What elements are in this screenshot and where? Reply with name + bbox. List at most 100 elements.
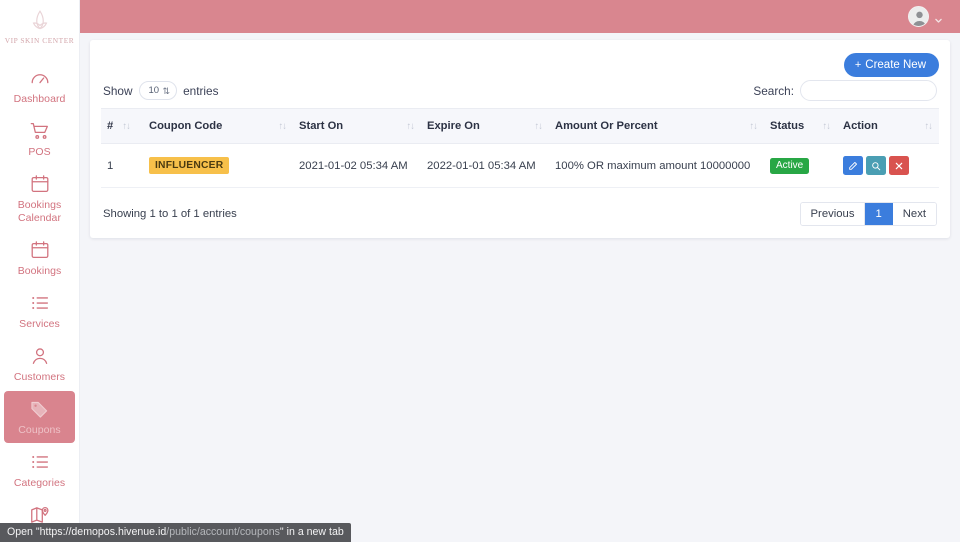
column-header-status[interactable]: Status ↑↓ (764, 108, 837, 144)
status-path: /public/account/coupons (166, 526, 280, 538)
column-label: Expire On (427, 120, 480, 132)
select-spinner-icon: ⇅ (162, 85, 171, 96)
pagination-previous[interactable]: Previous (800, 203, 866, 225)
delete-button[interactable] (889, 156, 909, 175)
user-menu-button[interactable] (908, 6, 943, 27)
page-length-value: 10 (148, 85, 160, 96)
lotus-logo-icon (27, 9, 53, 35)
view-button[interactable] (866, 156, 886, 175)
show-label: Show (103, 83, 133, 98)
sidebar-item-label: Dashboard (13, 93, 66, 105)
sidebar-item-customers[interactable]: Customers (4, 338, 75, 390)
list-icon (29, 451, 51, 473)
sidebar-item-dashboard[interactable]: Dashboard (4, 60, 75, 112)
table-row: 1 INFLUENCER 2021-01-02 05:34 AM 2022-01… (101, 143, 939, 188)
page-length-select[interactable]: 10 ⇅ (138, 81, 178, 100)
chevron-down-icon (934, 12, 943, 23)
table-body: 1 INFLUENCER 2021-01-02 05:34 AM 2022-01… (101, 143, 939, 188)
action-button-group (843, 156, 933, 175)
calendar-icon (29, 239, 51, 261)
column-label: Amount Or Percent (555, 120, 658, 132)
sort-updown-icon[interactable]: ↑↓ (407, 121, 415, 132)
create-new-label: Create New (865, 59, 926, 71)
pagination-page-1[interactable]: 1 (865, 203, 893, 225)
column-header-start-on[interactable]: Start On ↑↓ (293, 108, 421, 144)
sidebar-item-bookings[interactable]: Bookings (4, 232, 75, 284)
sidebar-item-label: Categories (13, 477, 66, 489)
cell-index: 1 (101, 143, 143, 188)
table-footer: Showing 1 to 1 of 1 entries Previous 1 N… (101, 188, 939, 226)
sidebar-item-label: Bookings Calendar (17, 199, 62, 224)
cell-start-on: 2021-01-02 05:34 AM (293, 143, 421, 188)
coupon-code-badge: INFLUENCER (149, 157, 230, 174)
sort-updown-icon[interactable]: ↑↓ (535, 121, 543, 132)
edit-button[interactable] (843, 156, 863, 175)
column-header-coupon-code[interactable]: Coupon Code ↑↓ (143, 108, 293, 144)
brand-logo[interactable]: VIP SKIN CENTER (0, 0, 79, 48)
table-head: # ↑↓ Coupon Code ↑↓ Start On ↑↓ Expire O… (101, 108, 939, 144)
brand-name: VIP SKIN CENTER (4, 36, 75, 45)
sort-updown-icon[interactable]: ↑↓ (750, 121, 758, 132)
pencil-icon (848, 161, 858, 171)
table-header-row: # ↑↓ Coupon Code ↑↓ Start On ↑↓ Expire O… (101, 108, 939, 144)
search-label: Search: (753, 83, 794, 98)
search-input[interactable] (800, 80, 937, 101)
coupons-table: # ↑↓ Coupon Code ↑↓ Start On ↑↓ Expire O… (101, 108, 939, 188)
column-label: Coupon Code (149, 120, 223, 132)
sidebar: VIP SKIN CENTER Dashboard POS Bookings C… (0, 0, 80, 542)
top-header-bar (80, 0, 960, 33)
status-suffix: " in a new tab (279, 526, 344, 538)
sidebar-item-label: Customers (13, 371, 66, 383)
column-label: Action (843, 120, 878, 132)
sidebar-item-label: POS (28, 146, 51, 158)
cell-action (837, 143, 939, 188)
pagination-next[interactable]: Next (892, 203, 936, 225)
sidebar-item-bookings-calendar[interactable]: Bookings Calendar (4, 166, 75, 231)
user-avatar-icon (908, 6, 929, 27)
sort-updown-icon[interactable]: ↑↓ (279, 121, 287, 132)
sidebar-item-categories[interactable]: Categories (4, 444, 75, 496)
card-toolbar: + Create New (101, 50, 939, 80)
entries-info: Showing 1 to 1 of 1 entries (103, 208, 237, 220)
list-icon (29, 292, 51, 314)
main-content: + Create New Show 10 ⇅ entries Search: #… (80, 33, 960, 542)
column-label: # (107, 120, 114, 132)
magnifier-icon (871, 161, 881, 171)
column-header-action[interactable]: Action ↑↓ (837, 108, 939, 144)
column-header-index[interactable]: # ↑↓ (101, 108, 143, 144)
column-header-expire-on[interactable]: Expire On ↑↓ (421, 108, 549, 144)
column-header-amount-or-percent[interactable]: Amount Or Percent ↑↓ (549, 108, 764, 144)
pagination: Previous 1 Next (799, 202, 937, 226)
page-length-control: Show 10 ⇅ entries (103, 81, 219, 100)
sidebar-item-pos[interactable]: POS (4, 113, 75, 165)
sidebar-item-services[interactable]: Services (4, 285, 75, 337)
cell-status: Active (764, 143, 837, 188)
sidebar-item-coupons[interactable]: Coupons (4, 391, 75, 443)
sidebar-item-label: Services (19, 318, 60, 330)
sidebar-item-label: Coupons (18, 424, 61, 436)
search-control: Search: (753, 80, 937, 101)
tags-icon (29, 398, 51, 420)
sort-updown-icon[interactable]: ↑↓ (823, 121, 831, 132)
status-badge: Active (770, 157, 810, 174)
column-label: Status (770, 120, 805, 132)
column-label: Start On (299, 120, 344, 132)
entries-label: entries (183, 83, 219, 98)
cell-expire-on: 2022-01-01 05:34 AM (421, 143, 549, 188)
sidebar-item-label: Bookings (17, 265, 62, 277)
cell-coupon-code: INFLUENCER (143, 143, 293, 188)
sidebar-nav-list: Dashboard POS Bookings Calendar Bookings… (0, 48, 79, 542)
browser-status-bar: Open "https://demopos.hivenue.id/public/… (0, 523, 351, 542)
sort-updown-icon[interactable]: ↑↓ (122, 121, 130, 132)
close-x-icon (894, 161, 904, 171)
sort-updown-icon[interactable]: ↑↓ (925, 121, 933, 132)
status-prefix: Open "https://demopos.hivenue.id (7, 526, 167, 538)
shopping-cart-icon (29, 120, 51, 142)
table-controls: Show 10 ⇅ entries Search: (101, 80, 939, 108)
user-icon (29, 345, 51, 367)
plus-icon: + (854, 58, 862, 71)
cell-amount-or-percent: 100% OR maximum amount 10000000 (549, 143, 764, 188)
create-new-button[interactable]: + Create New (843, 53, 939, 77)
dashboard-gauge-icon (29, 67, 51, 89)
calendar-icon (29, 173, 51, 195)
